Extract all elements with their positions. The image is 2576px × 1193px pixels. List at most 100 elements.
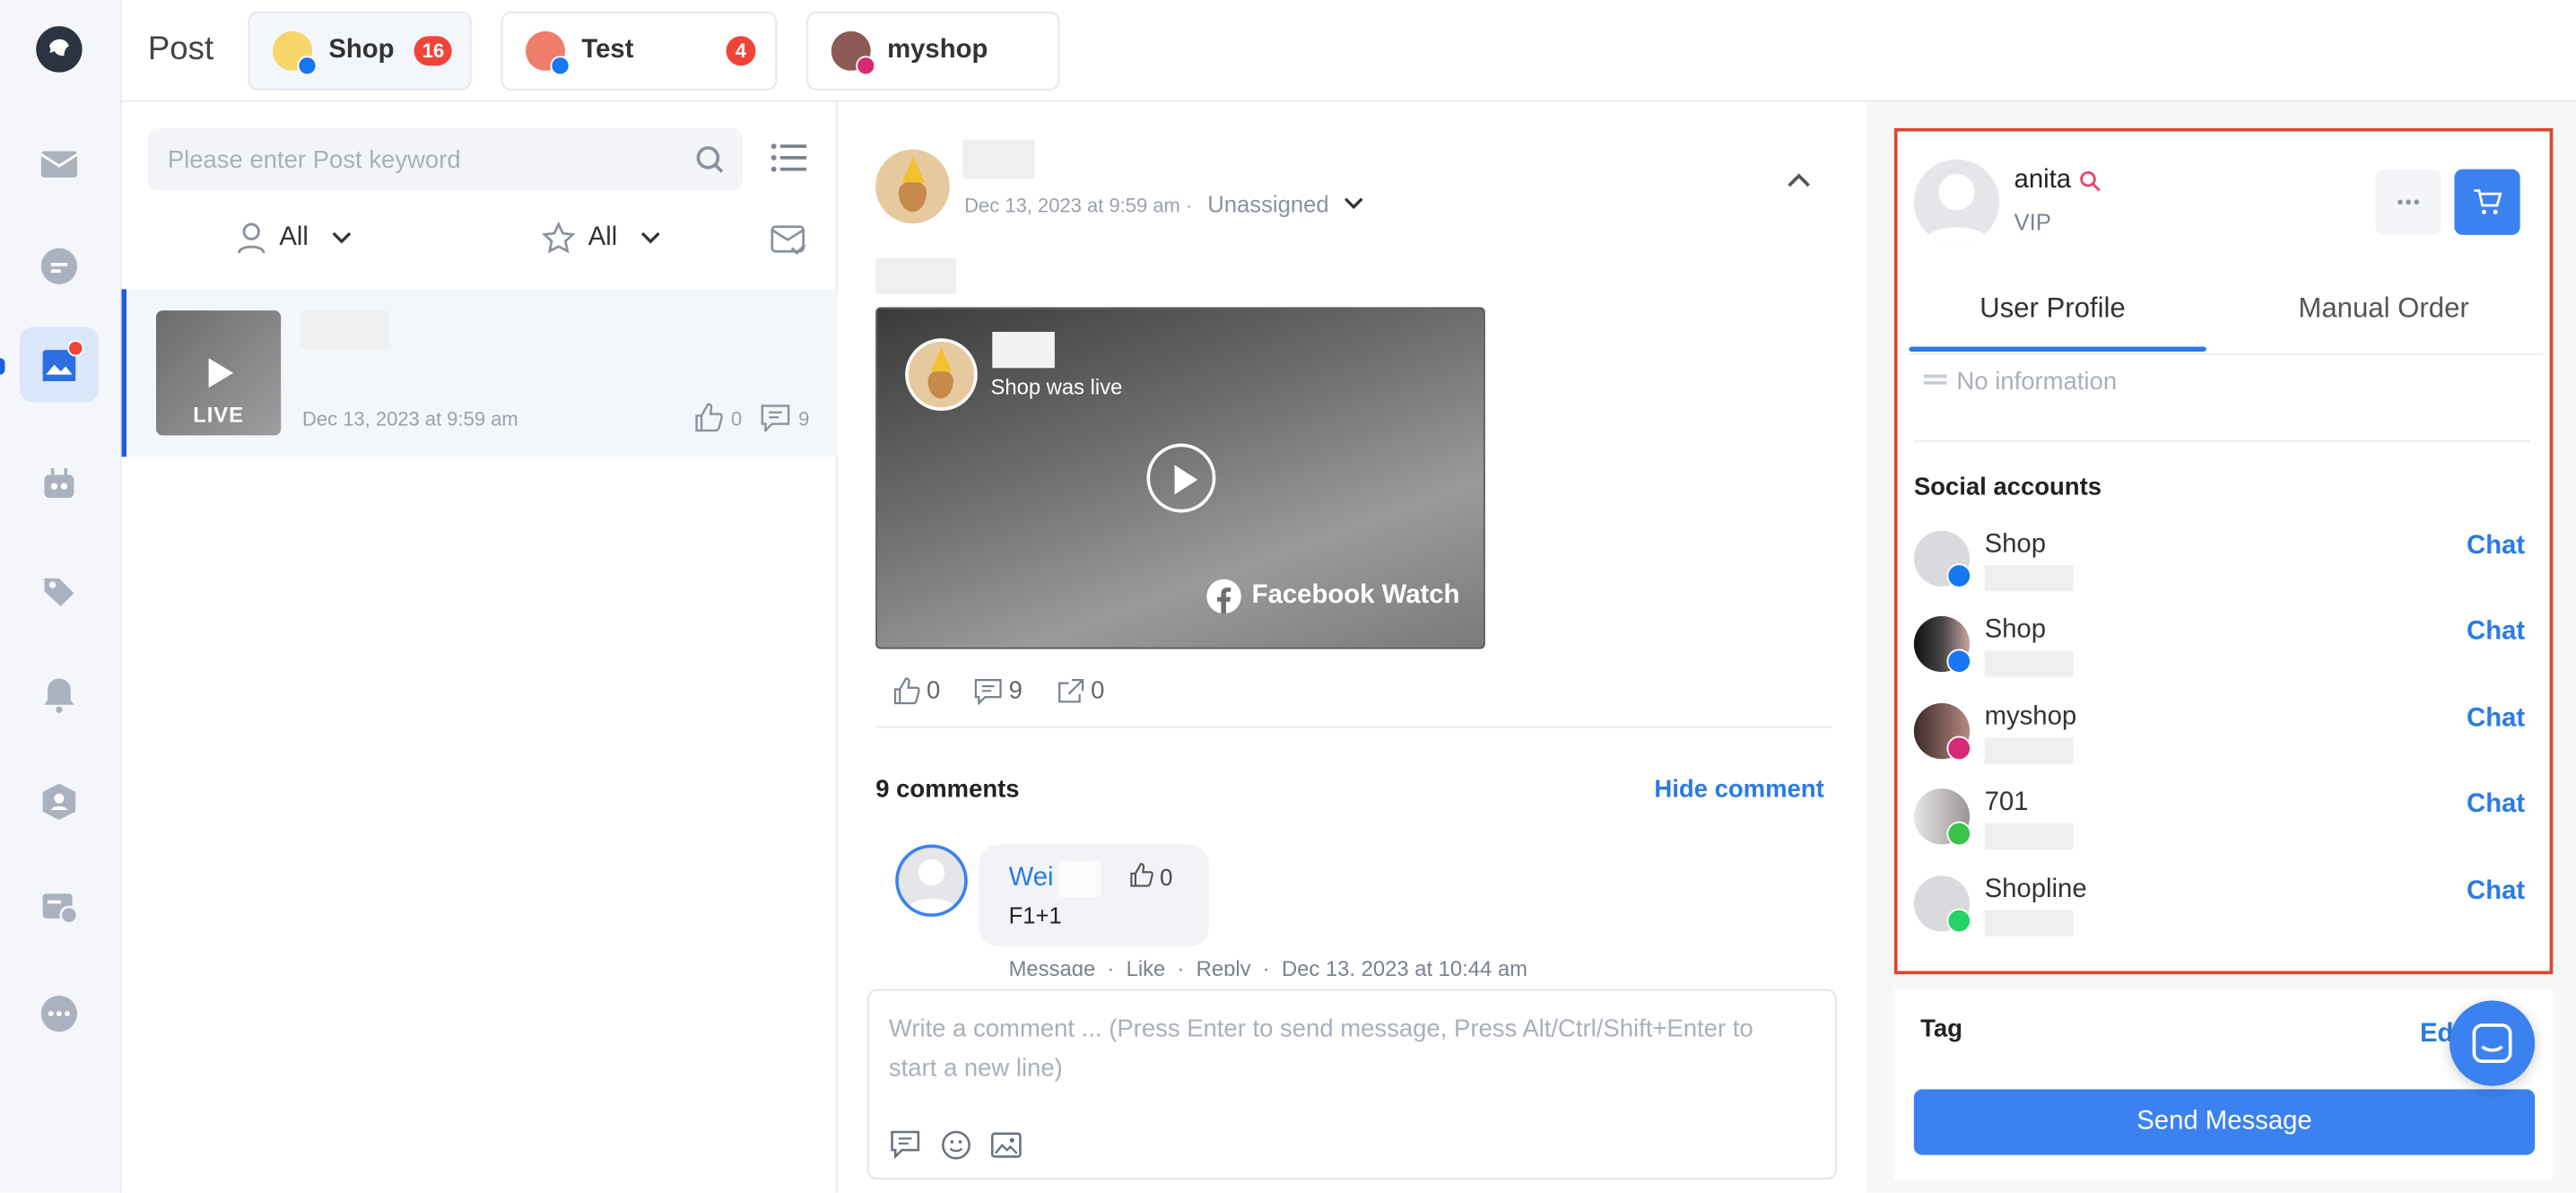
more-options-button[interactable] — [2375, 169, 2441, 235]
top-bar — [121, 0, 2576, 102]
quick-reply-icon[interactable] — [891, 1130, 920, 1159]
chat-button[interactable]: Chat — [2467, 618, 2525, 648]
nav-more[interactable] — [20, 976, 99, 1051]
like-icon[interactable] — [1128, 863, 1153, 887]
comment-actions[interactable]: Message · Like · Reply · Dec 13, 2023 at… — [1009, 956, 1527, 976]
active-indicator — [0, 358, 5, 375]
no-information-text: No information — [1956, 368, 2118, 396]
test-avatar — [526, 30, 570, 76]
tab-label: Test — [581, 36, 634, 65]
comment-actions-clip: Message · Like · Reply · Dec 13, 2023 at… — [1009, 956, 1831, 976]
image-icon[interactable] — [990, 1132, 1022, 1158]
page-title: Post — [147, 30, 214, 68]
chat-button[interactable]: Chat — [2467, 532, 2525, 562]
social-account-row: myshop Chat — [1913, 702, 2538, 776]
play-button[interactable] — [1146, 443, 1216, 513]
post-like-count: 0 — [731, 407, 743, 431]
post-list-panel — [121, 101, 839, 1193]
search-user-icon[interactable] — [2077, 170, 2101, 193]
tab-label: myshop — [887, 36, 988, 65]
social-account-row: Shopline Chat — [1913, 875, 2538, 948]
tab-shop[interactable]: Shop 16 — [248, 11, 472, 91]
tab-user-profile[interactable]: User Profile — [1980, 292, 2126, 326]
comments-heading: 9 comments — [875, 775, 1020, 804]
star-filter[interactable]: All — [542, 222, 673, 255]
account-name: Shopline — [1984, 875, 2087, 904]
like-icon — [695, 403, 723, 432]
no-info-clip: No information — [1914, 355, 2538, 398]
active-tab-underline — [1909, 346, 2206, 352]
post-comment-count: 9 — [798, 407, 810, 431]
customer-name-row: anita — [2015, 166, 2102, 196]
facebook-icon — [1946, 563, 1971, 588]
nav-chat[interactable] — [20, 229, 99, 304]
post-text-redacted — [875, 257, 956, 294]
search-input[interactable]: Please enter Post keyword — [147, 127, 743, 191]
send-message-button[interactable]: Send Message — [1913, 1089, 2536, 1155]
whatsapp-icon — [1946, 908, 1971, 934]
emoji-icon[interactable] — [942, 1130, 971, 1160]
assignee-value: Unassigned — [1207, 190, 1329, 217]
bot-icon — [44, 468, 74, 498]
comment-author[interactable]: Wei — [1009, 864, 1054, 893]
info-icon — [1923, 374, 1947, 385]
tab-manual-order[interactable]: Manual Order — [2298, 292, 2468, 326]
nav-post[interactable] — [19, 327, 99, 403]
nav-tickets[interactable] — [20, 869, 99, 945]
account-id-redacted — [1984, 737, 2074, 764]
tab-label: Shop — [328, 36, 395, 65]
edit-tag-link[interactable]: Ed — [2420, 1020, 2453, 1049]
notification-dot — [67, 340, 84, 357]
shop-avatar — [273, 30, 318, 76]
divider — [1913, 440, 2530, 442]
post-title-redacted — [300, 310, 390, 351]
comment-compose-box[interactable]: Write a comment ... (Press Enter to send… — [867, 988, 1837, 1180]
facebook-icon — [1946, 649, 1971, 674]
cart-button[interactable] — [2454, 169, 2520, 235]
commenter-avatar — [895, 844, 968, 918]
social-account-row: Shop Chat — [1913, 530, 2538, 604]
customer-name: anita — [2014, 165, 2072, 195]
nav-tags[interactable] — [20, 552, 99, 627]
hide-comment-link[interactable]: Hide comment — [1654, 776, 1823, 804]
mark-read-icon[interactable] — [770, 223, 806, 257]
live-video-player[interactable]: Shop was live Facebook Watch — [875, 307, 1485, 649]
assignee-dropdown[interactable]: Unassigned — [1207, 190, 1363, 217]
account-id-redacted — [1984, 650, 2074, 677]
nav-bot[interactable] — [20, 445, 99, 520]
nav-contacts[interactable] — [20, 764, 99, 840]
chat-button[interactable]: Chat — [2467, 705, 2525, 735]
facebook-watch-brand: Facebook Watch — [1205, 579, 1459, 614]
live-label: LIVE — [193, 402, 244, 428]
comment-text: F1+1 — [1008, 901, 1062, 928]
list-view-icon[interactable] — [770, 142, 807, 175]
contact-icon — [42, 783, 76, 820]
nav-notifications[interactable] — [20, 657, 99, 733]
chevron-down-icon — [1344, 197, 1363, 210]
mail-icon — [40, 151, 78, 178]
search-icon[interactable] — [695, 144, 725, 174]
unread-badge: 16 — [413, 36, 453, 66]
help-chat-button[interactable] — [2449, 1000, 2536, 1086]
chevron-down-icon — [332, 231, 351, 244]
compose-placeholder: Write a comment ... (Press Enter to send… — [888, 1014, 1754, 1084]
social-accounts-heading: Social accounts — [1913, 473, 2102, 501]
account-name: Shop — [1984, 530, 2047, 559]
nav-inbox[interactable] — [20, 126, 99, 202]
page-avatar — [875, 149, 950, 224]
line-icon — [1946, 821, 1971, 847]
detail-comments: 9 — [974, 677, 1023, 705]
video-page-name-redacted — [992, 331, 1055, 369]
assignee-filter[interactable]: All — [237, 222, 364, 255]
more-icon — [40, 995, 78, 1032]
tab-test[interactable]: Test 4 — [500, 11, 778, 91]
comment-bubble: Wei 0 F1+1 — [979, 844, 1210, 947]
chat-button[interactable]: Chat — [2467, 790, 2525, 820]
video-page-avatar — [905, 338, 978, 411]
chat-button[interactable]: Chat — [2467, 877, 2525, 907]
tab-myshop[interactable]: myshop — [806, 11, 1060, 91]
facebook-icon — [297, 56, 318, 76]
chevron-up-icon[interactable] — [1788, 172, 1811, 187]
share-icon — [1058, 678, 1084, 702]
facebook-watch-label: Facebook Watch — [1251, 581, 1460, 610]
